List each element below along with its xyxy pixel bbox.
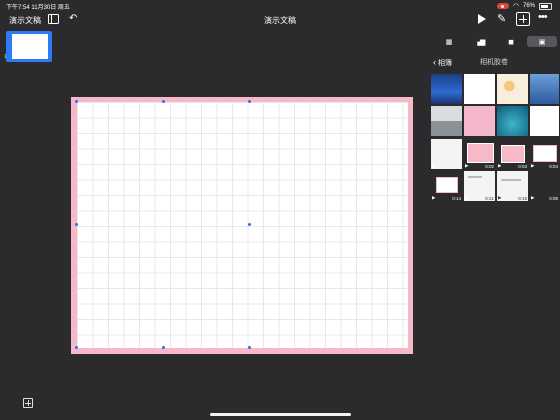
resize-handle-center[interactable] (248, 223, 251, 226)
photo-thumb[interactable] (464, 106, 495, 136)
photo-thumb[interactable] (431, 106, 462, 136)
back-to-albums-button[interactable]: ‹ 相簿 (433, 57, 452, 68)
resize-handle-left[interactable] (75, 223, 78, 226)
resize-handle-bottom-center[interactable] (248, 346, 251, 349)
video-duration: 0:02 (485, 164, 494, 169)
photo-thumb[interactable] (497, 74, 528, 104)
video-thumb[interactable]: ▶ 0:02 (464, 139, 495, 169)
video-duration: 0:21 (485, 196, 494, 201)
document-title: 演示文稿 (264, 16, 296, 25)
resize-handle-top-center[interactable] (248, 100, 251, 103)
back-label: 相簿 (437, 60, 452, 67)
format-brush-icon[interactable]: ✎ (497, 12, 506, 25)
home-indicator (210, 413, 351, 416)
video-thumb[interactable]: ▶ 0:04 (530, 139, 559, 169)
resize-handle-bottom-mid-left[interactable] (162, 346, 165, 349)
tab-table[interactable]: ▦ (434, 36, 464, 47)
video-thumb[interactable]: ▶ 0:08 (530, 171, 559, 201)
status-time-date: 下午7:54 11月30日 周五 (6, 5, 70, 11)
slide-content-area[interactable] (77, 102, 408, 348)
photo-thumb[interactable] (431, 74, 462, 104)
video-camera-icon: ▶ (432, 195, 436, 200)
insert-add-button[interactable] (516, 12, 530, 26)
video-camera-icon: ▶ (498, 163, 502, 168)
album-title: 相机胶卷 (480, 59, 508, 66)
tab-shape[interactable]: ◼ (496, 36, 526, 47)
video-camera-icon: ▶ (531, 163, 535, 168)
video-camera-icon: ▶ (465, 163, 469, 168)
resize-handle-top-mid-left[interactable] (162, 100, 165, 103)
resize-handle-bottom-left[interactable] (75, 346, 78, 349)
video-duration: 0:04 (549, 164, 558, 169)
tab-chart[interactable]: ▗▆ (465, 36, 495, 47)
table-icon: ▦ (445, 38, 453, 46)
add-slide-button[interactable] (23, 398, 33, 408)
video-camera-icon: ▶ (531, 195, 535, 200)
media-icon: ▣ (538, 38, 546, 46)
wifi-icon: ◠ (512, 3, 519, 10)
video-duration: 0:14 (452, 196, 461, 201)
chevron-left-icon: ‹ (433, 57, 436, 67)
video-camera-icon: ▶ (465, 195, 469, 200)
photo-thumb[interactable] (464, 74, 495, 104)
chart-icon: ▗▆ (474, 38, 486, 46)
tab-media[interactable]: ▣ (527, 36, 557, 47)
slide-thumbnail-1[interactable] (6, 31, 52, 62)
photo-thumb[interactable] (497, 106, 528, 136)
video-thumb[interactable]: ▶ 0:19 (497, 171, 528, 201)
slide-number: 1 (4, 54, 7, 60)
more-icon[interactable]: ••• (538, 11, 548, 23)
video-duration: 0:08 (549, 196, 558, 201)
video-thumb[interactable]: ▶ (431, 139, 462, 169)
photo-thumb[interactable] (530, 106, 559, 136)
video-thumb[interactable]: ▶ 0:03 (497, 139, 528, 169)
video-duration: 0:19 (518, 196, 527, 201)
video-thumb[interactable]: ▶ 0:14 (431, 171, 462, 201)
video-thumb[interactable]: ▶ 0:21 (464, 171, 495, 201)
play-icon[interactable] (478, 14, 486, 24)
video-duration: 0:03 (518, 164, 527, 169)
status-indicators: ◠ 76% (496, 2, 552, 10)
shape-icon: ◼ (508, 38, 514, 46)
video-camera-icon: ▶ (498, 195, 502, 200)
resize-handle-top-left[interactable] (75, 100, 78, 103)
battery-icon (539, 2, 552, 10)
slide-canvas[interactable] (71, 97, 413, 354)
slide-thumbnail-preview (12, 34, 48, 59)
video-camera-icon: ▶ (432, 163, 436, 168)
photo-thumb[interactable] (530, 74, 559, 104)
battery-percent: 76% (522, 3, 535, 9)
screen-recording-icon (496, 3, 509, 9)
